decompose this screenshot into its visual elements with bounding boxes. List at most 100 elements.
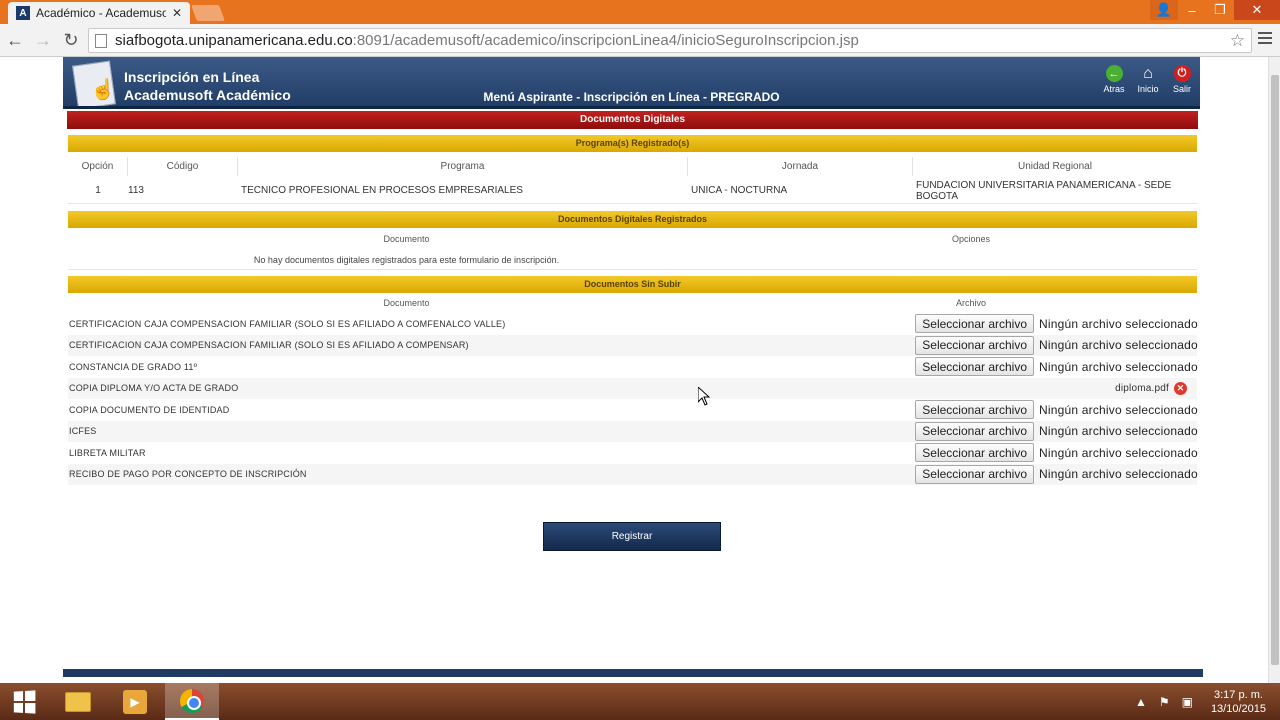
table-row: 1 113 TECNICO PROFESIONAL EN PROCESOS EM… [68,178,1197,204]
footer-bar [63,669,1203,677]
academusoft-favicon-icon: A [16,6,30,20]
table-row: LIBRETA MILITAR Seleccionar archivo Ningún… [68,442,1198,463]
select-file-button[interactable]: Seleccionar archivo [915,357,1034,376]
document-name: CERTIFICACION CAJA COMPENSACION FAMILIAR… [69,340,469,350]
table-row: CERTIFICACION CAJA COMPENSACION FAMILIAR… [68,334,1198,356]
clock-time: 3:17 p. m. [1214,688,1263,701]
file-input[interactable]: Seleccionar archivo Ningún archivo selecc… [915,335,1198,355]
select-file-button[interactable]: Seleccionar archivo [915,421,1034,441]
file-input[interactable]: Seleccionar archivo Ningún archivo selecc… [915,421,1198,441]
document-name: ICFES [69,426,97,436]
restore-button[interactable]: ❐ [1206,0,1234,20]
programs-header-row: Opción Código Programa Jornada Unidad Re… [68,157,1197,176]
media-player-icon[interactable]: ▶ [108,683,162,720]
list-item: No hay documentos digitales registrados … [68,250,1197,270]
minimize-button[interactable]: – [1178,0,1206,20]
file-input[interactable]: Seleccionar archivo Ningún archivo selecc… [915,464,1198,484]
app-title-line1: Inscripción en Línea [124,69,260,85]
tray-expand-icon[interactable]: ▲ [1135,695,1147,709]
home-link[interactable]: ⌂ Inicio [1134,65,1162,95]
page-content: ☝ Inscripción en Línea Academusoft Acadé… [63,57,1203,677]
clock[interactable]: 3:17 p. m. 13/10/2015 [1211,688,1266,716]
table-row: ICFES Seleccionar archivo Ningún archivo s… [68,420,1198,442]
chrome-menu-icon[interactable] [1258,32,1272,47]
table-row: CONSTANCIA DE GRADO 11º Seleccionar archi… [68,356,1198,377]
new-tab-button[interactable] [191,5,225,21]
close-tab-icon[interactable]: ✕ [172,6,182,20]
cell-program: TECNICO PROFESIONAL EN PROCESOS EMPRESAR… [241,185,523,196]
file-explorer-icon[interactable] [51,683,105,720]
home-link-label: Inicio [1137,84,1159,94]
select-file-button[interactable]: Seleccionar archivo [915,443,1034,462]
file-input[interactable]: Seleccionar archivo Ningún archivo selecc… [915,443,1198,462]
register-button[interactable]: Registrar [543,522,721,551]
document-name: RECIBO DE PAGO POR CONCEPTO DE INSCRIPCI… [69,469,307,479]
file-input[interactable]: Seleccionar archivo Ningún archivo selecc… [915,314,1198,333]
app-header: ☝ Inscripción en Línea Academusoft Acadé… [63,57,1200,110]
taskbar: ▶ ▲ ⚑ ▣ 3:17 p. m. 13/10/2015 [0,683,1280,720]
registered-header-row: Documento Opciones [68,230,1197,249]
col-program: Programa [238,157,688,176]
no-file-text: Ningún archivo seleccionado [1039,402,1198,417]
system-tray: ▲ ⚑ ▣ 3:17 p. m. 13/10/2015 [1135,683,1266,720]
back-arrow-icon[interactable]: ← [2,27,28,53]
exit-link-label: Salir [1172,84,1191,94]
select-file-button[interactable]: Seleccionar archivo [915,400,1034,419]
no-file-text: Ningún archivo seleccionado [1039,424,1198,438]
col-schedule: Jornada [688,157,913,176]
forward-arrow-icon[interactable]: → [30,27,56,53]
section-programs: Programa(s) Registrado(s) [68,135,1197,152]
chrome-taskbar-icon[interactable] [165,683,219,720]
tab-title: Académico - Academusof [36,6,166,20]
table-row: COPIA DOCUMENTO DE IDENTIDAD Seleccionar … [68,399,1198,420]
browser-tab[interactable]: A Académico - Academusof ✕ [8,2,190,24]
col-document: Documento [383,298,430,308]
section-digital-docs: Documentos Digitales [67,111,1198,129]
select-file-button[interactable]: Seleccionar archivo [915,464,1034,484]
delete-file-icon[interactable]: ✕ [1174,381,1187,395]
document-name: CERTIFICACION CAJA COMPENSACION FAMILIAR… [69,318,506,329]
select-file-button[interactable]: Seleccionar archivo [915,335,1034,355]
section-registered-docs: Documentos Digitales Registrados [68,211,1197,228]
no-file-text: Ningún archivo seleccionado [1039,338,1198,352]
scrollbar-thumb[interactable] [1271,75,1279,665]
table-row: COPIA DIPLOMA Y/O ACTA DE GRADO diploma.p… [68,377,1197,399]
back-arrow-icon: ← [1105,65,1123,82]
cell-code: 113 [128,185,144,196]
pending-header-row: Documento Archivo [68,294,1197,313]
col-document: Documento [383,234,430,244]
exit-link[interactable]: ⏻ Salir [1168,65,1196,94]
windows-start-icon[interactable] [0,683,48,720]
action-center-flag-icon[interactable]: ⚑ [1159,695,1170,709]
col-options: Opciones [951,234,991,244]
page-scrollbar[interactable] [1268,57,1280,683]
cell-option: 1 [95,185,101,196]
uploaded-file-name: diploma.pdf [1115,382,1169,394]
header-divider [63,106,1200,109]
browser-toolbar: ← → ↻ siafbogota.unipanamericana.edu.co:… [0,24,1280,57]
close-window-button[interactable]: ✕ [1234,0,1280,20]
address-bar[interactable]: siafbogota.unipanamericana.edu.co:8091/a… [88,28,1252,53]
clock-date: 13/10/2015 [1210,702,1266,715]
document-name: LIBRETA MILITAR [69,447,146,458]
url-path: :8091/academusoft/academico/inscripcionL… [352,32,859,49]
file-input[interactable]: Seleccionar archivo Ningún archivo selecc… [915,400,1198,419]
window-controls: 👤 – ❐ ✕ [1150,0,1280,24]
menu-title: Menú Aspirante - Inscripción en Línea - … [483,90,780,104]
header-links: ← Atras ⌂ Inicio ⏻ Salir [1100,65,1196,95]
select-file-button[interactable]: Seleccionar archivo [915,314,1034,333]
back-link[interactable]: ← Atras [1100,65,1128,94]
file-input[interactable]: Seleccionar archivo Ningún archivo selecc… [915,357,1198,376]
cell-regional-unit: FUNDACION UNIVERSITARIA PANAMERICANA - S… [916,179,1172,202]
reload-icon[interactable]: ↻ [58,27,84,53]
network-icon[interactable]: ▣ [1182,695,1193,709]
url-host: siafbogota.unipanamericana.edu.co [115,32,353,49]
document-name: COPIA DOCUMENTO DE IDENTIDAD [69,404,230,415]
bookmark-star-icon[interactable]: ☆ [1230,31,1245,51]
col-code: Código [128,157,238,176]
power-icon: ⏻ [1173,65,1191,82]
empty-message: No hay documentos digitales registrados … [253,254,560,265]
section-pending-docs: Documentos Sin Subir [68,276,1197,293]
col-file: Archivo [955,298,986,308]
user-profile-icon[interactable]: 👤 [1150,0,1178,20]
